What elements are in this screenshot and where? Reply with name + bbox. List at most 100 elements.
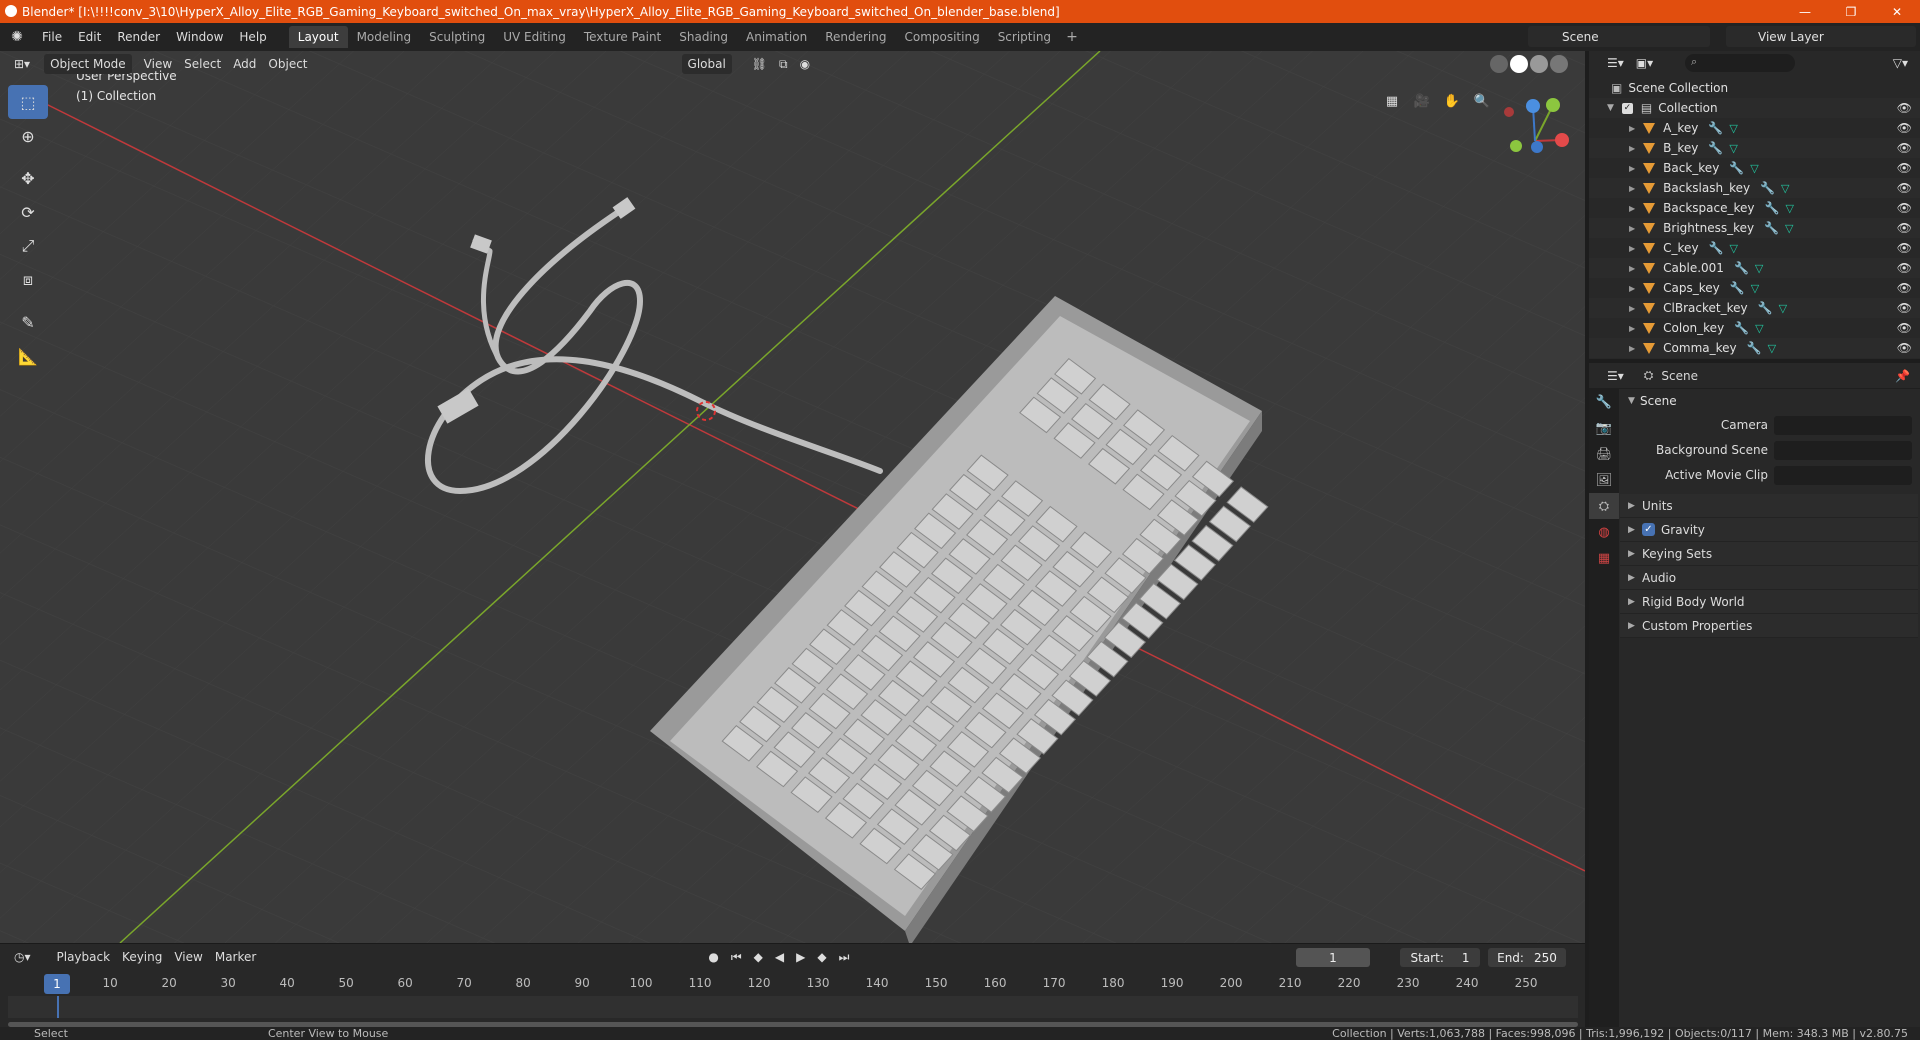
menu-help[interactable]: Help — [231, 23, 274, 51]
timeline-editor-type-icon[interactable]: ◷▾ — [8, 947, 37, 967]
outliner-editor-type-icon[interactable]: ☰▾ — [1601, 53, 1630, 73]
play-icon[interactable]: ▶ — [790, 947, 811, 967]
mesh-data-icon[interactable]: ▽ — [1729, 122, 1737, 135]
visibility-eye-icon[interactable]: 👁 — [1897, 181, 1912, 195]
modifier-icon[interactable]: 🔧 — [1758, 301, 1773, 315]
mesh-data-icon[interactable]: ▽ — [1779, 302, 1787, 315]
tab-layout[interactable]: Layout — [288, 26, 348, 48]
outliner-object-row[interactable]: ▶ Back_key 🔧 ▽ 👁 — [1589, 158, 1920, 178]
outliner-object-row[interactable]: ▶ Backslash_key 🔧 ▽ 👁 — [1589, 178, 1920, 198]
visibility-eye-icon[interactable]: 👁 — [1897, 141, 1912, 155]
scene-panel-header[interactable]: ▼ Scene — [1620, 389, 1920, 413]
modifier-icon[interactable]: 🔧 — [1729, 161, 1744, 175]
editor-type-icon[interactable]: ⊞▾ — [8, 54, 36, 74]
tab-modeling[interactable]: Modeling — [348, 26, 421, 48]
blender-menu-icon[interactable]: ✺ — [0, 29, 34, 45]
outliner-collection[interactable]: ▼ ✓ ▤ Collection 👁 — [1589, 98, 1920, 118]
wireframe-shading-button[interactable] — [1490, 55, 1508, 73]
move-tool-icon[interactable]: ✥ — [8, 161, 48, 195]
modifier-icon[interactable]: 🔧 — [1734, 321, 1749, 335]
modifier-icon[interactable]: 🔧 — [1730, 281, 1745, 295]
visibility-eye-icon[interactable]: 👁 — [1897, 241, 1912, 255]
menu-window[interactable]: Window — [168, 23, 231, 51]
timeline-menu-marker[interactable]: Marker — [209, 947, 262, 967]
tab-sculpting[interactable]: Sculpting — [420, 26, 494, 48]
tab-uv-editing[interactable]: UV Editing — [494, 26, 575, 48]
transform-orientation-selector[interactable]: Global — [681, 54, 732, 74]
camera-field[interactable] — [1774, 416, 1912, 435]
outliner-object-row[interactable]: ▶ Colon_key 🔧 ▽ 👁 — [1589, 318, 1920, 338]
zoom-icon[interactable]: 🔍 — [1470, 89, 1494, 113]
modifier-icon[interactable]: 🔧 — [1765, 201, 1780, 215]
expand-arrow-icon[interactable]: ▶ — [1629, 324, 1635, 333]
tab-rendering[interactable]: Rendering — [816, 26, 895, 48]
expand-arrow-icon[interactable]: ▶ — [1629, 144, 1635, 153]
expand-arrow-icon[interactable]: ▶ — [1629, 284, 1635, 293]
3d-viewport[interactable]: ⊞▾ Object Mode View Select Add Object Gl… — [0, 51, 1585, 943]
modifier-icon[interactable]: 🔧 — [1760, 181, 1775, 195]
custom-properties-panel[interactable]: ▶ Custom Properties — [1620, 614, 1918, 638]
tab-compositing[interactable]: Compositing — [895, 26, 988, 48]
expand-arrow-icon[interactable]: ▶ — [1629, 184, 1635, 193]
viewport-menu-object[interactable]: Object — [262, 54, 313, 74]
mesh-data-icon[interactable]: ▽ — [1781, 182, 1789, 195]
select-box-tool-icon[interactable]: ⬚ — [8, 85, 48, 119]
visibility-eye-icon[interactable]: 👁 — [1897, 261, 1912, 275]
mode-selector[interactable]: Object Mode — [44, 54, 132, 74]
mesh-data-icon[interactable]: ▽ — [1755, 262, 1763, 275]
expand-arrow-icon[interactable]: ▼ — [1607, 103, 1614, 113]
annotate-tool-icon[interactable]: ✎ — [8, 305, 48, 339]
outliner-search-input[interactable]: ⌕ — [1685, 54, 1795, 72]
mesh-data-icon[interactable]: ▽ — [1755, 322, 1763, 335]
outliner-scene-collection[interactable]: ▣ Scene Collection — [1589, 78, 1920, 98]
keying-sets-panel[interactable]: ▶ Keying Sets — [1620, 542, 1918, 566]
pivot-icon[interactable]: ⛓ — [746, 54, 773, 74]
background-scene-field[interactable] — [1774, 441, 1912, 460]
texture-tab-icon[interactable]: ▦ — [1589, 545, 1619, 571]
world-tab-icon[interactable]: ◍ — [1589, 519, 1619, 545]
expand-arrow-icon[interactable]: ▶ — [1629, 124, 1635, 133]
maximize-button[interactable]: ❐ — [1828, 0, 1874, 23]
scale-tool-icon[interactable]: ⤢ — [8, 229, 48, 263]
timeline-ruler[interactable]: 1 10 20 30 40 50 60 70 80 90 100 110 120 130 140 150 160… — [8, 974, 1578, 994]
jump-start-icon[interactable]: ⏮ — [725, 947, 748, 967]
jump-end-icon[interactable]: ⏭ — [833, 947, 856, 967]
mesh-data-icon[interactable]: ▽ — [1785, 222, 1793, 235]
mesh-data-icon[interactable]: ▽ — [1730, 242, 1738, 255]
mesh-data-icon[interactable]: ▽ — [1751, 282, 1759, 295]
view-layer-selector[interactable]: View Layer — [1726, 26, 1916, 47]
outliner-object-row[interactable]: ▶ C_key 🔧 ▽ 👁 — [1589, 238, 1920, 258]
next-keyframe-icon[interactable]: ◆ — [811, 947, 832, 967]
gravity-panel[interactable]: ▶ ✓ Gravity — [1620, 518, 1918, 542]
measure-tool-icon[interactable]: 📐 — [8, 339, 48, 373]
add-workspace-button[interactable]: + — [1060, 29, 1084, 45]
viewport-menu-select[interactable]: Select — [178, 54, 227, 74]
pan-hand-icon[interactable]: ✋ — [1440, 89, 1464, 113]
mesh-data-icon[interactable]: ▽ — [1768, 342, 1776, 355]
outliner-object-row[interactable]: ▶ ClBracket_key 🔧 ▽ 👁 — [1589, 298, 1920, 318]
visibility-eye-icon[interactable]: 👁 — [1897, 341, 1912, 355]
expand-arrow-icon[interactable]: ▶ — [1629, 244, 1635, 253]
tool-tab-icon[interactable]: 🔧 — [1589, 389, 1619, 415]
visibility-eye-icon[interactable]: 👁 — [1897, 101, 1912, 115]
scene-tab-icon[interactable]: ⛭ — [1589, 493, 1619, 519]
current-frame-field[interactable]: 1 — [1296, 948, 1370, 967]
expand-arrow-icon[interactable]: ▶ — [1629, 344, 1635, 353]
tab-scripting[interactable]: Scripting — [989, 26, 1060, 48]
tab-animation[interactable]: Animation — [737, 26, 816, 48]
units-panel[interactable]: ▶ Units — [1620, 494, 1918, 518]
start-frame-field[interactable]: Start: 1 — [1400, 948, 1480, 967]
visibility-eye-icon[interactable]: 👁 — [1897, 221, 1912, 235]
menu-edit[interactable]: Edit — [70, 23, 109, 51]
cursor-tool-icon[interactable]: ⊕ — [8, 119, 48, 153]
timeline-menu-view[interactable]: View — [168, 947, 208, 967]
rotate-tool-icon[interactable]: ⟳ — [8, 195, 48, 229]
close-button[interactable]: ✕ — [1874, 0, 1920, 23]
tab-texture-paint[interactable]: Texture Paint — [575, 26, 670, 48]
rigid-body-world-panel[interactable]: ▶ Rigid Body World — [1620, 590, 1918, 614]
mesh-data-icon[interactable]: ▽ — [1729, 142, 1737, 155]
active-movie-clip-field[interactable] — [1774, 466, 1912, 485]
visibility-eye-icon[interactable]: 👁 — [1897, 281, 1912, 295]
outliner-object-row[interactable]: ▶ Comma_key 🔧 ▽ 👁 — [1589, 338, 1920, 358]
menu-render[interactable]: Render — [109, 23, 168, 51]
